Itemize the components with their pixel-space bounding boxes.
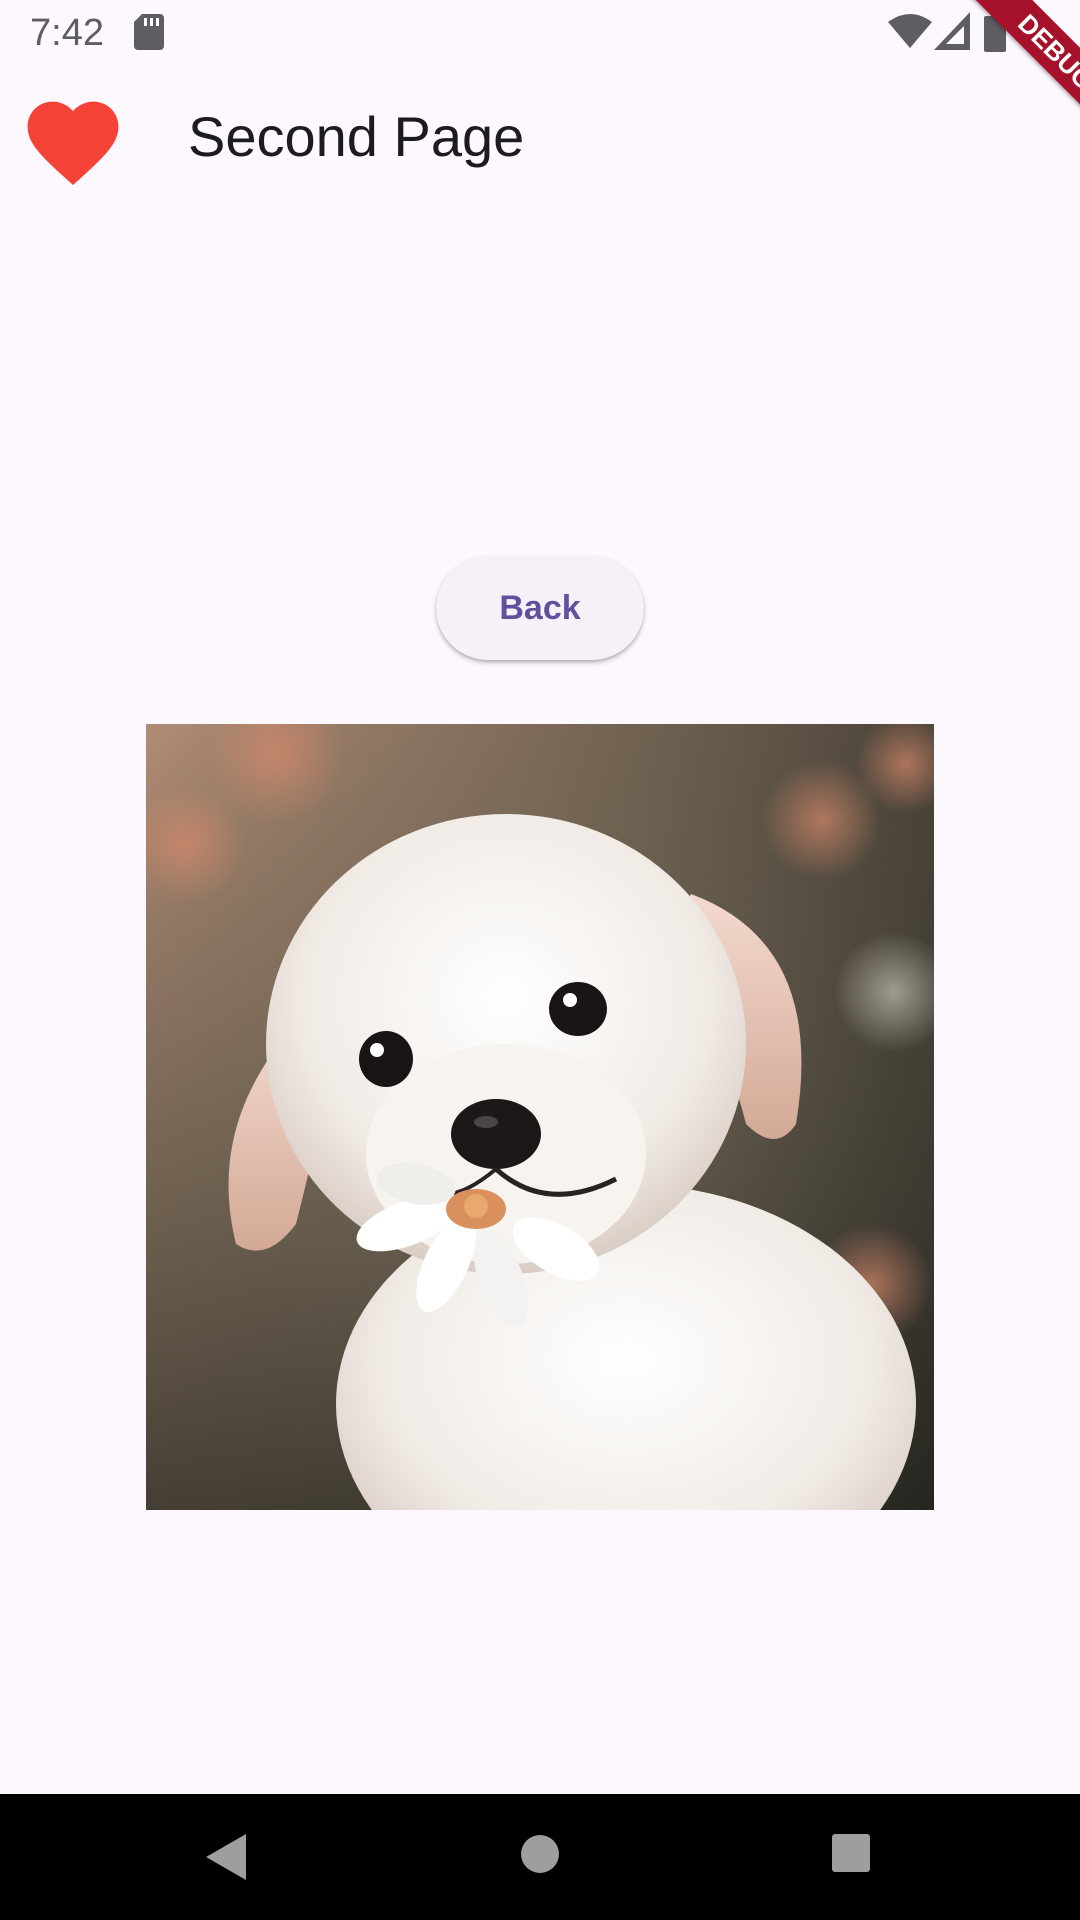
puppy-image — [146, 724, 934, 1510]
nav-back-icon[interactable] — [206, 1834, 246, 1880]
page-title: Second Page — [188, 105, 525, 168]
nav-home-icon[interactable] — [520, 1834, 560, 1874]
status-bar: 7:42 — [0, 0, 1080, 64]
navigation-bar — [0, 1794, 1080, 1920]
sd-card-icon — [134, 14, 164, 50]
status-time: 7:42 — [30, 12, 104, 54]
back-button[interactable]: Back — [436, 556, 644, 660]
nav-recents-icon[interactable] — [832, 1834, 870, 1872]
heart-icon[interactable] — [18, 88, 128, 188]
app-bar: Second Page — [0, 64, 1080, 204]
